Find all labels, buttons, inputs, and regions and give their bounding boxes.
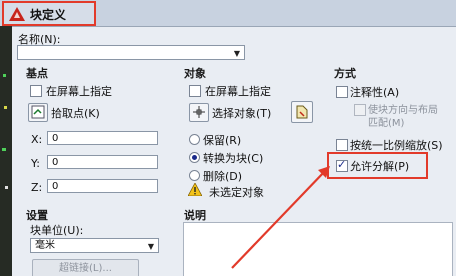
block-definition-dialog: 块定义 名称(N): ▼ 基点 在屏幕上指定 拾取点(K) X: 0 Y: 0 …	[0, 0, 456, 276]
red-arrow-annotation	[231, 166, 330, 269]
